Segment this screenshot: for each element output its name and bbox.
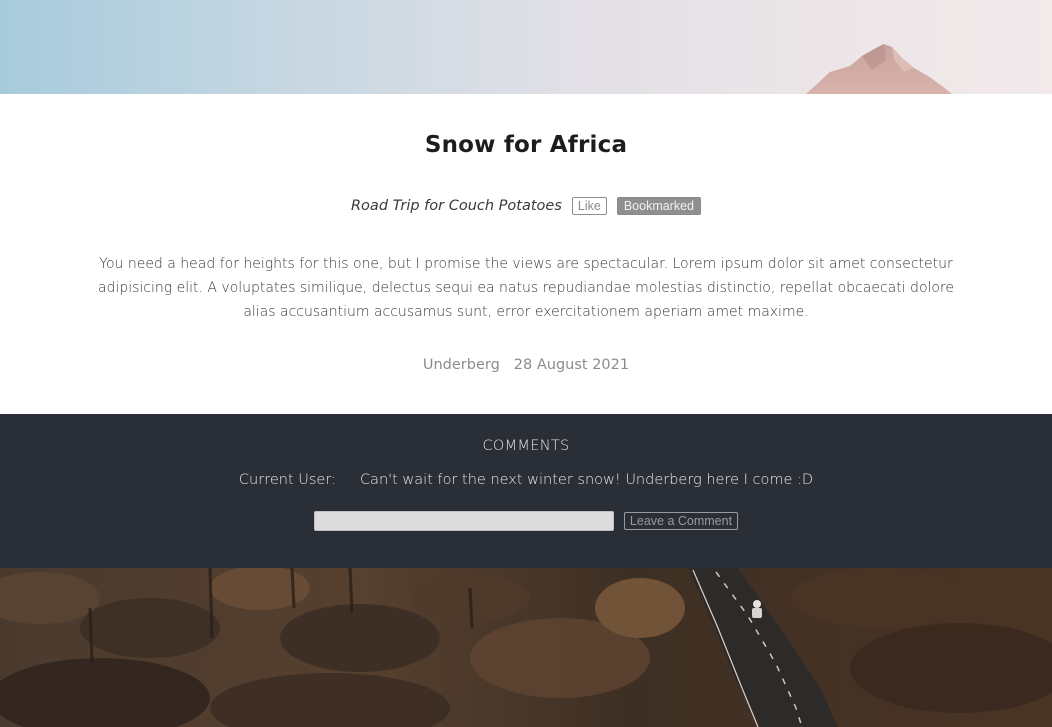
leave-comment-button[interactable]: Leave a Comment xyxy=(623,512,739,530)
hero-image-top xyxy=(0,0,1052,94)
post-card: Snow for Africa Road Trip for Couch Pota… xyxy=(0,94,1052,414)
post-body: You need a head for heights for this one… xyxy=(97,256,955,320)
mountain-peak-image xyxy=(806,44,952,94)
comments-section: COMMENTS Current User: Can't wait for th… xyxy=(0,414,1052,568)
post-category[interactable]: Road Trip for Couch Potatoes xyxy=(351,198,562,214)
forest-road-image xyxy=(0,568,1052,727)
post-title: Snow for Africa xyxy=(424,132,628,158)
post-date: 28 August 2021 xyxy=(513,357,630,373)
post-location: Underberg xyxy=(422,357,500,373)
post-footer: Underberg 28 August 2021 xyxy=(0,357,1052,373)
comments-heading: COMMENTS xyxy=(482,438,570,454)
hero-image-bottom xyxy=(0,568,1052,727)
comment-text: Can't wait for the next winter snow! Und… xyxy=(359,472,814,488)
post-meta-row: Road Trip for Couch Potatoes Like Bookma… xyxy=(0,197,1052,215)
comment-input[interactable] xyxy=(313,511,614,531)
comment-author: Current User: xyxy=(238,472,336,488)
comment-form: Leave a Comment xyxy=(0,511,1052,531)
like-button[interactable]: Like xyxy=(571,197,607,215)
bookmark-button[interactable]: Bookmarked xyxy=(616,197,702,215)
comment-item: Current User: Can't wait for the next wi… xyxy=(0,472,1052,488)
